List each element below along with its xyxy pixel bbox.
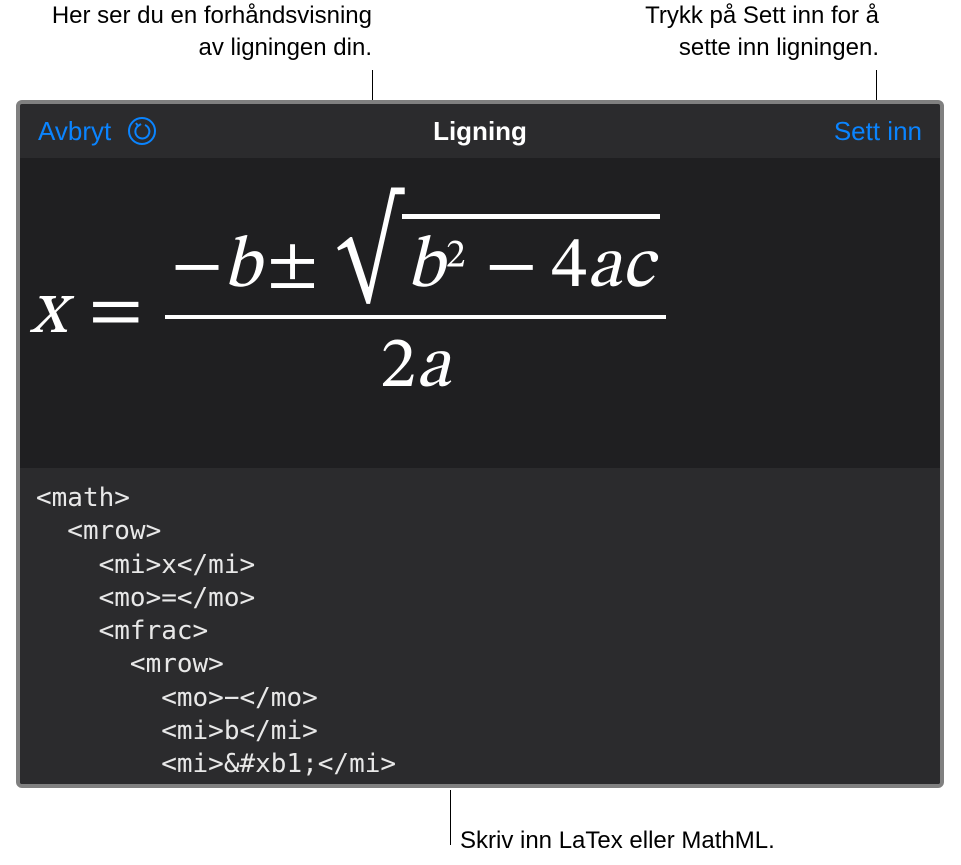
eq-a-den: a — [416, 323, 451, 413]
eq-two: 2 — [380, 323, 416, 413]
eq-denominator: 2 a — [374, 319, 456, 415]
eq-c: c — [621, 223, 653, 313]
eq-fraction: − b ± √ b 2 − 4 a c — [165, 212, 665, 415]
equation-dialog: Avbryt Ligning Sett inn x = − b ± √ — [16, 100, 944, 788]
callout-insert: Trykk på Sett inn for å sette inn lignin… — [549, 0, 879, 65]
eq-four: 4 — [551, 223, 587, 313]
radical-icon: √ — [336, 218, 402, 317]
eq-radicand: b 2 − 4 a c — [402, 214, 659, 313]
eq-minus: − — [471, 223, 551, 313]
insert-button[interactable]: Sett inn — [834, 116, 922, 147]
eq-b: b — [223, 223, 261, 313]
eq-b2: b — [406, 223, 444, 313]
callout-preview: Her ser du en forhåndsvisning av ligning… — [0, 0, 372, 65]
callout-code: Skriv inn LaTex eller MathML. — [460, 827, 775, 855]
leader-line — [450, 790, 451, 845]
eq-plusminus: ± — [261, 223, 325, 313]
undo-icon[interactable] — [125, 114, 159, 148]
eq-a: a — [587, 223, 622, 313]
equation-preview: x = − b ± √ b 2 − 4 a c — [20, 158, 940, 468]
nav-bar: Avbryt Ligning Sett inn — [20, 104, 940, 158]
eq-sqrt: √ b 2 − 4 a c — [324, 214, 659, 313]
dialog-title: Ligning — [433, 116, 527, 147]
eq-sq: 2 — [446, 232, 466, 281]
equation-render: x = − b ± √ b 2 − 4 a c — [30, 212, 666, 415]
eq-neg: − — [171, 223, 223, 313]
cancel-button[interactable]: Avbryt — [38, 116, 111, 147]
eq-equals: = — [88, 266, 143, 361]
eq-numerator: − b ± √ b 2 − 4 a c — [165, 212, 665, 319]
code-input[interactable]: <math> <mrow> <mi>x</mi> <mo>=</mo> <mfr… — [20, 468, 940, 784]
eq-var-x: x — [30, 266, 66, 361]
